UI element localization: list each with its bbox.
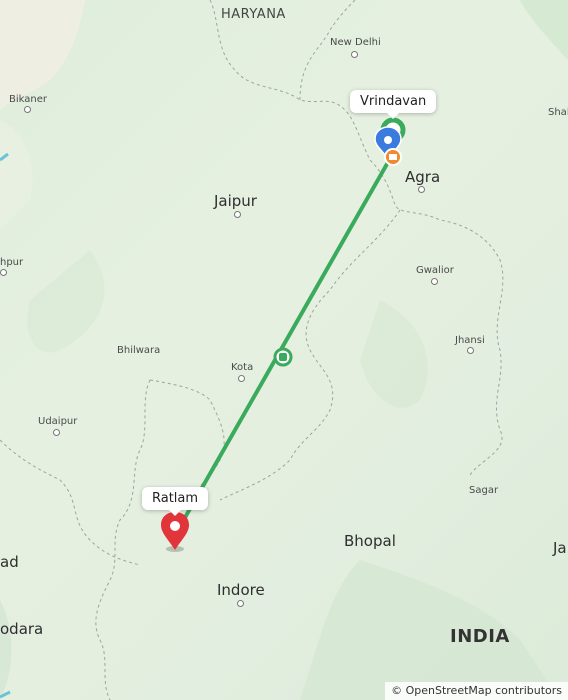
destination-callout[interactable]: Ratlam (142, 487, 209, 516)
openstreetmap-link[interactable]: OpenStreetMap contributors (406, 684, 562, 697)
map-attribution: © OpenStreetMap contributors (385, 682, 568, 700)
poi-marker-icon[interactable] (384, 148, 402, 166)
route-overlay (161, 117, 406, 552)
origin-callout[interactable]: Vrindavan (350, 90, 437, 119)
origin-callout-label: Vrindavan (360, 94, 427, 109)
route-line[interactable] (173, 155, 393, 537)
route-midpoint-icon[interactable] (273, 347, 293, 367)
copyright-symbol: © (391, 684, 403, 697)
destination-callout-label: Ratlam (152, 491, 199, 506)
destination-pin-icon[interactable] (161, 512, 189, 552)
map-canvas[interactable]: HARYANA New Delhi Bikaner Jaipur Agra Gw… (0, 0, 568, 700)
